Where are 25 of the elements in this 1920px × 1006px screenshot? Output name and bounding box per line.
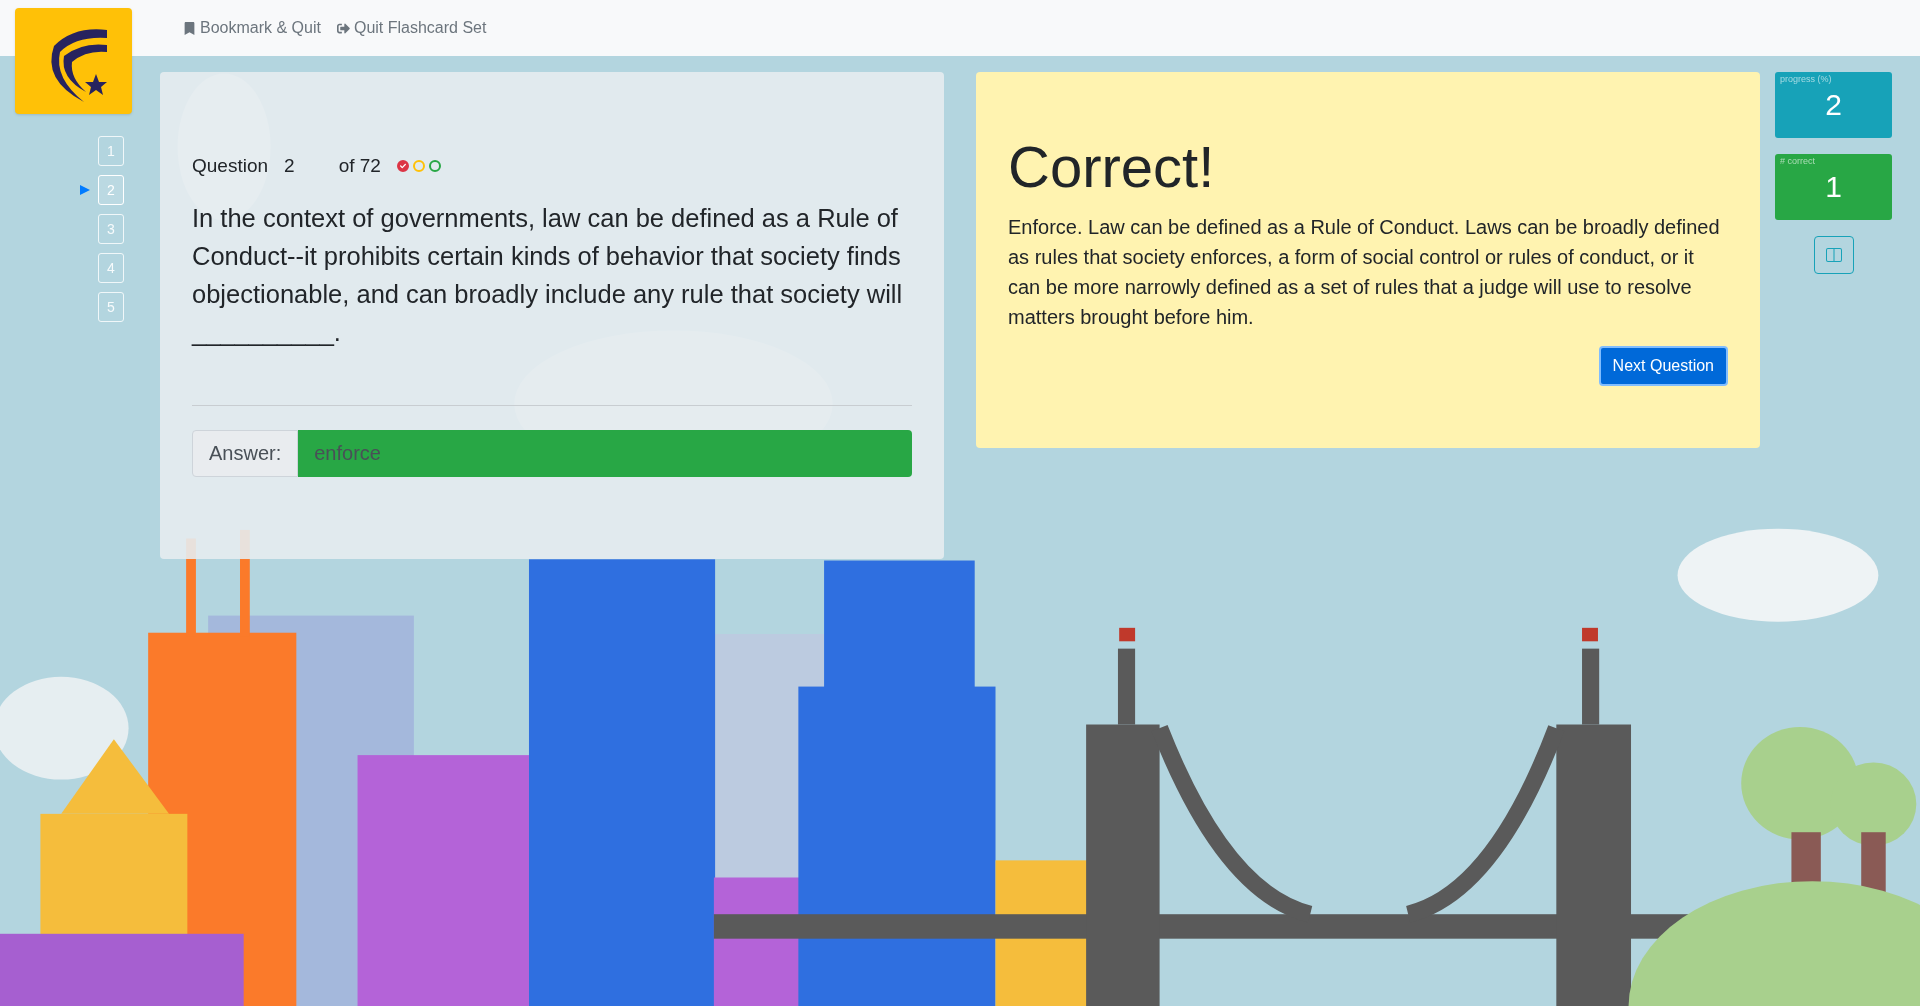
- feedback-title: Correct!: [1008, 133, 1216, 201]
- answer-field[interactable]: enforce: [298, 429, 912, 477]
- feedback-explanation: Enforce. Law can be defined as a Rule of Conduct. Laws can be broadly defined as rules that society enforces, a form of social control or rules of conduct, or it can be more narrowly defined as a set of rules that a judge will use to resolve matters brought before him.: [1008, 215, 1721, 330]
- question-number-button[interactable]: 4: [98, 253, 124, 283]
- logo[interactable]: [15, 8, 132, 114]
- answer-label: Answer:: [192, 429, 299, 477]
- question-number-button[interactable]: 3: [98, 214, 124, 244]
- nav-link[interactable]: Quit Flashcard Set: [336, 16, 487, 40]
- question-number: 2: [284, 154, 295, 178]
- stat-value: 2: [1824, 86, 1843, 123]
- question-label: Question: [192, 154, 269, 178]
- stat-label: # correct: [1780, 155, 1816, 168]
- question-number-button[interactable]: 5: [98, 292, 124, 322]
- bookmark-icon: [183, 21, 196, 35]
- question-text: In the context of governments, law can be defined as a Rule of Conduct--it prohibits certain kinds of behavior that society finds objectionable, and can broadly include any rule that society will __________.: [192, 202, 904, 348]
- nav-link[interactable]: Bookmark & Quit: [183, 16, 321, 40]
- question-number-button[interactable]: 1: [98, 136, 124, 166]
- layout-toggle-button[interactable]: [1813, 236, 1854, 274]
- question-number-button[interactable]: 2: [98, 175, 124, 205]
- next-question-button[interactable]: Next Question: [1598, 346, 1728, 386]
- split-view-icon: [1825, 247, 1842, 263]
- stat-label: progress (%): [1780, 73, 1833, 86]
- stat-value: 1: [1824, 168, 1843, 205]
- exit-icon: [336, 21, 350, 35]
- question-total: of 72: [338, 154, 381, 178]
